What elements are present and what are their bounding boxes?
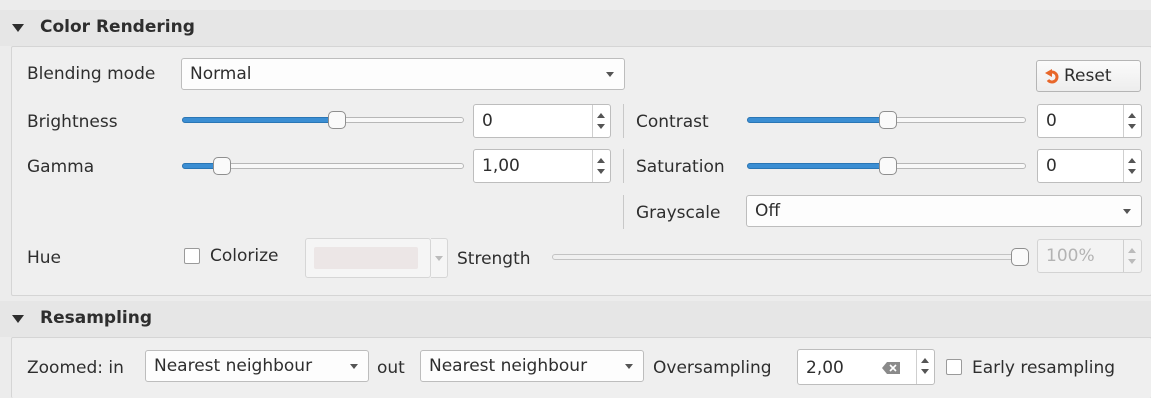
contrast-label: Contrast <box>636 112 709 132</box>
spin-up-icon <box>1128 248 1136 253</box>
spin-down-icon <box>1128 259 1136 264</box>
brightness-value: 0 <box>482 111 493 131</box>
collapse-triangle-icon[interactable] <box>12 24 24 32</box>
column-divider <box>623 195 624 229</box>
resampling-header[interactable]: Resampling <box>0 301 1151 337</box>
blending-mode-value: Normal <box>190 64 252 84</box>
oversampling-value: 2,00 <box>806 358 844 378</box>
spin-up-icon[interactable] <box>921 358 929 363</box>
strength-slider-handle <box>1011 248 1029 266</box>
strength-value: 100% <box>1046 246 1095 266</box>
gamma-value: 1,00 <box>482 156 520 176</box>
hue-label: Hue <box>27 248 62 268</box>
colorize-label[interactable]: Colorize <box>210 246 279 266</box>
colorize-checkbox[interactable] <box>184 248 200 264</box>
colorize-color-dropdown[interactable] <box>431 238 448 278</box>
spin-up-icon[interactable] <box>1128 158 1136 163</box>
spin-down-icon[interactable] <box>597 124 605 129</box>
colorize-color-button[interactable] <box>305 238 431 278</box>
column-divider <box>623 149 624 183</box>
contrast-slider-fill <box>747 117 887 123</box>
column-divider <box>623 104 624 138</box>
reset-button[interactable]: Reset <box>1036 60 1141 92</box>
saturation-slider[interactable] <box>747 157 1026 175</box>
spin-down-icon[interactable] <box>597 169 605 174</box>
oversampling-label: Oversampling <box>653 358 772 378</box>
gamma-slider[interactable] <box>182 157 464 175</box>
zoomed-out-label: out <box>377 358 405 378</box>
brightness-slider-handle[interactable] <box>328 111 346 129</box>
saturation-value: 0 <box>1046 156 1057 176</box>
collapse-triangle-icon[interactable] <box>12 315 24 323</box>
zoomed-out-value: Nearest neighbour <box>429 356 588 376</box>
spin-down-icon[interactable] <box>921 369 929 374</box>
early-resampling-checkbox[interactable] <box>946 359 962 375</box>
color-rendering-header[interactable]: Color Rendering <box>0 10 1151 46</box>
brightness-spinbox[interactable]: 0 <box>473 104 611 138</box>
brightness-label: Brightness <box>27 112 118 132</box>
grayscale-combo[interactable]: Off <box>746 195 1142 227</box>
saturation-label: Saturation <box>636 157 725 177</box>
blending-mode-label: Blending mode <box>27 64 156 84</box>
zoomed-out-combo[interactable]: Nearest neighbour <box>420 350 644 382</box>
grayscale-value: Off <box>755 201 781 221</box>
gamma-slider-handle[interactable] <box>213 157 231 175</box>
grayscale-label: Grayscale <box>636 203 721 223</box>
oversampling-spinbox[interactable]: 2,00 <box>797 349 935 385</box>
saturation-slider-handle[interactable] <box>879 157 897 175</box>
saturation-slider-fill <box>747 163 887 169</box>
zoomed-in-value: Nearest neighbour <box>154 356 313 376</box>
dropdown-arrow-icon <box>1123 209 1131 214</box>
spin-up-icon[interactable] <box>1128 113 1136 118</box>
spin-down-icon[interactable] <box>1128 169 1136 174</box>
strength-label: Strength <box>457 249 531 269</box>
contrast-spinbox[interactable]: 0 <box>1037 104 1142 138</box>
dropdown-arrow-icon <box>350 364 358 369</box>
colorize-color-swatch <box>314 247 418 269</box>
early-resampling-label[interactable]: Early resampling <box>972 358 1115 378</box>
color-rendering-title: Color Rendering <box>40 17 195 37</box>
spin-up-icon[interactable] <box>597 158 605 163</box>
strength-slider <box>552 248 1029 266</box>
saturation-spinbox[interactable]: 0 <box>1037 149 1142 183</box>
reset-label: Reset <box>1064 66 1112 86</box>
reset-icon <box>1045 69 1059 84</box>
clear-icon[interactable] <box>882 362 900 374</box>
brightness-slider[interactable] <box>182 111 464 129</box>
gamma-label: Gamma <box>27 157 95 177</box>
contrast-slider[interactable] <box>747 111 1026 129</box>
contrast-value: 0 <box>1046 111 1057 131</box>
brightness-slider-fill <box>182 117 336 123</box>
dropdown-arrow-icon <box>606 72 614 77</box>
contrast-slider-handle[interactable] <box>879 111 897 129</box>
blending-mode-combo[interactable]: Normal <box>181 58 625 90</box>
spin-down-icon[interactable] <box>1128 124 1136 129</box>
resampling-title: Resampling <box>40 308 153 328</box>
dropdown-arrow-icon <box>435 256 443 261</box>
spin-up-icon[interactable] <box>597 113 605 118</box>
dropdown-arrow-icon <box>625 364 633 369</box>
zoomed-in-label: Zoomed: in <box>27 358 124 378</box>
gamma-spinbox[interactable]: 1,00 <box>473 149 611 183</box>
strength-spinbox: 100% <box>1037 239 1142 273</box>
zoomed-in-combo[interactable]: Nearest neighbour <box>145 350 369 382</box>
